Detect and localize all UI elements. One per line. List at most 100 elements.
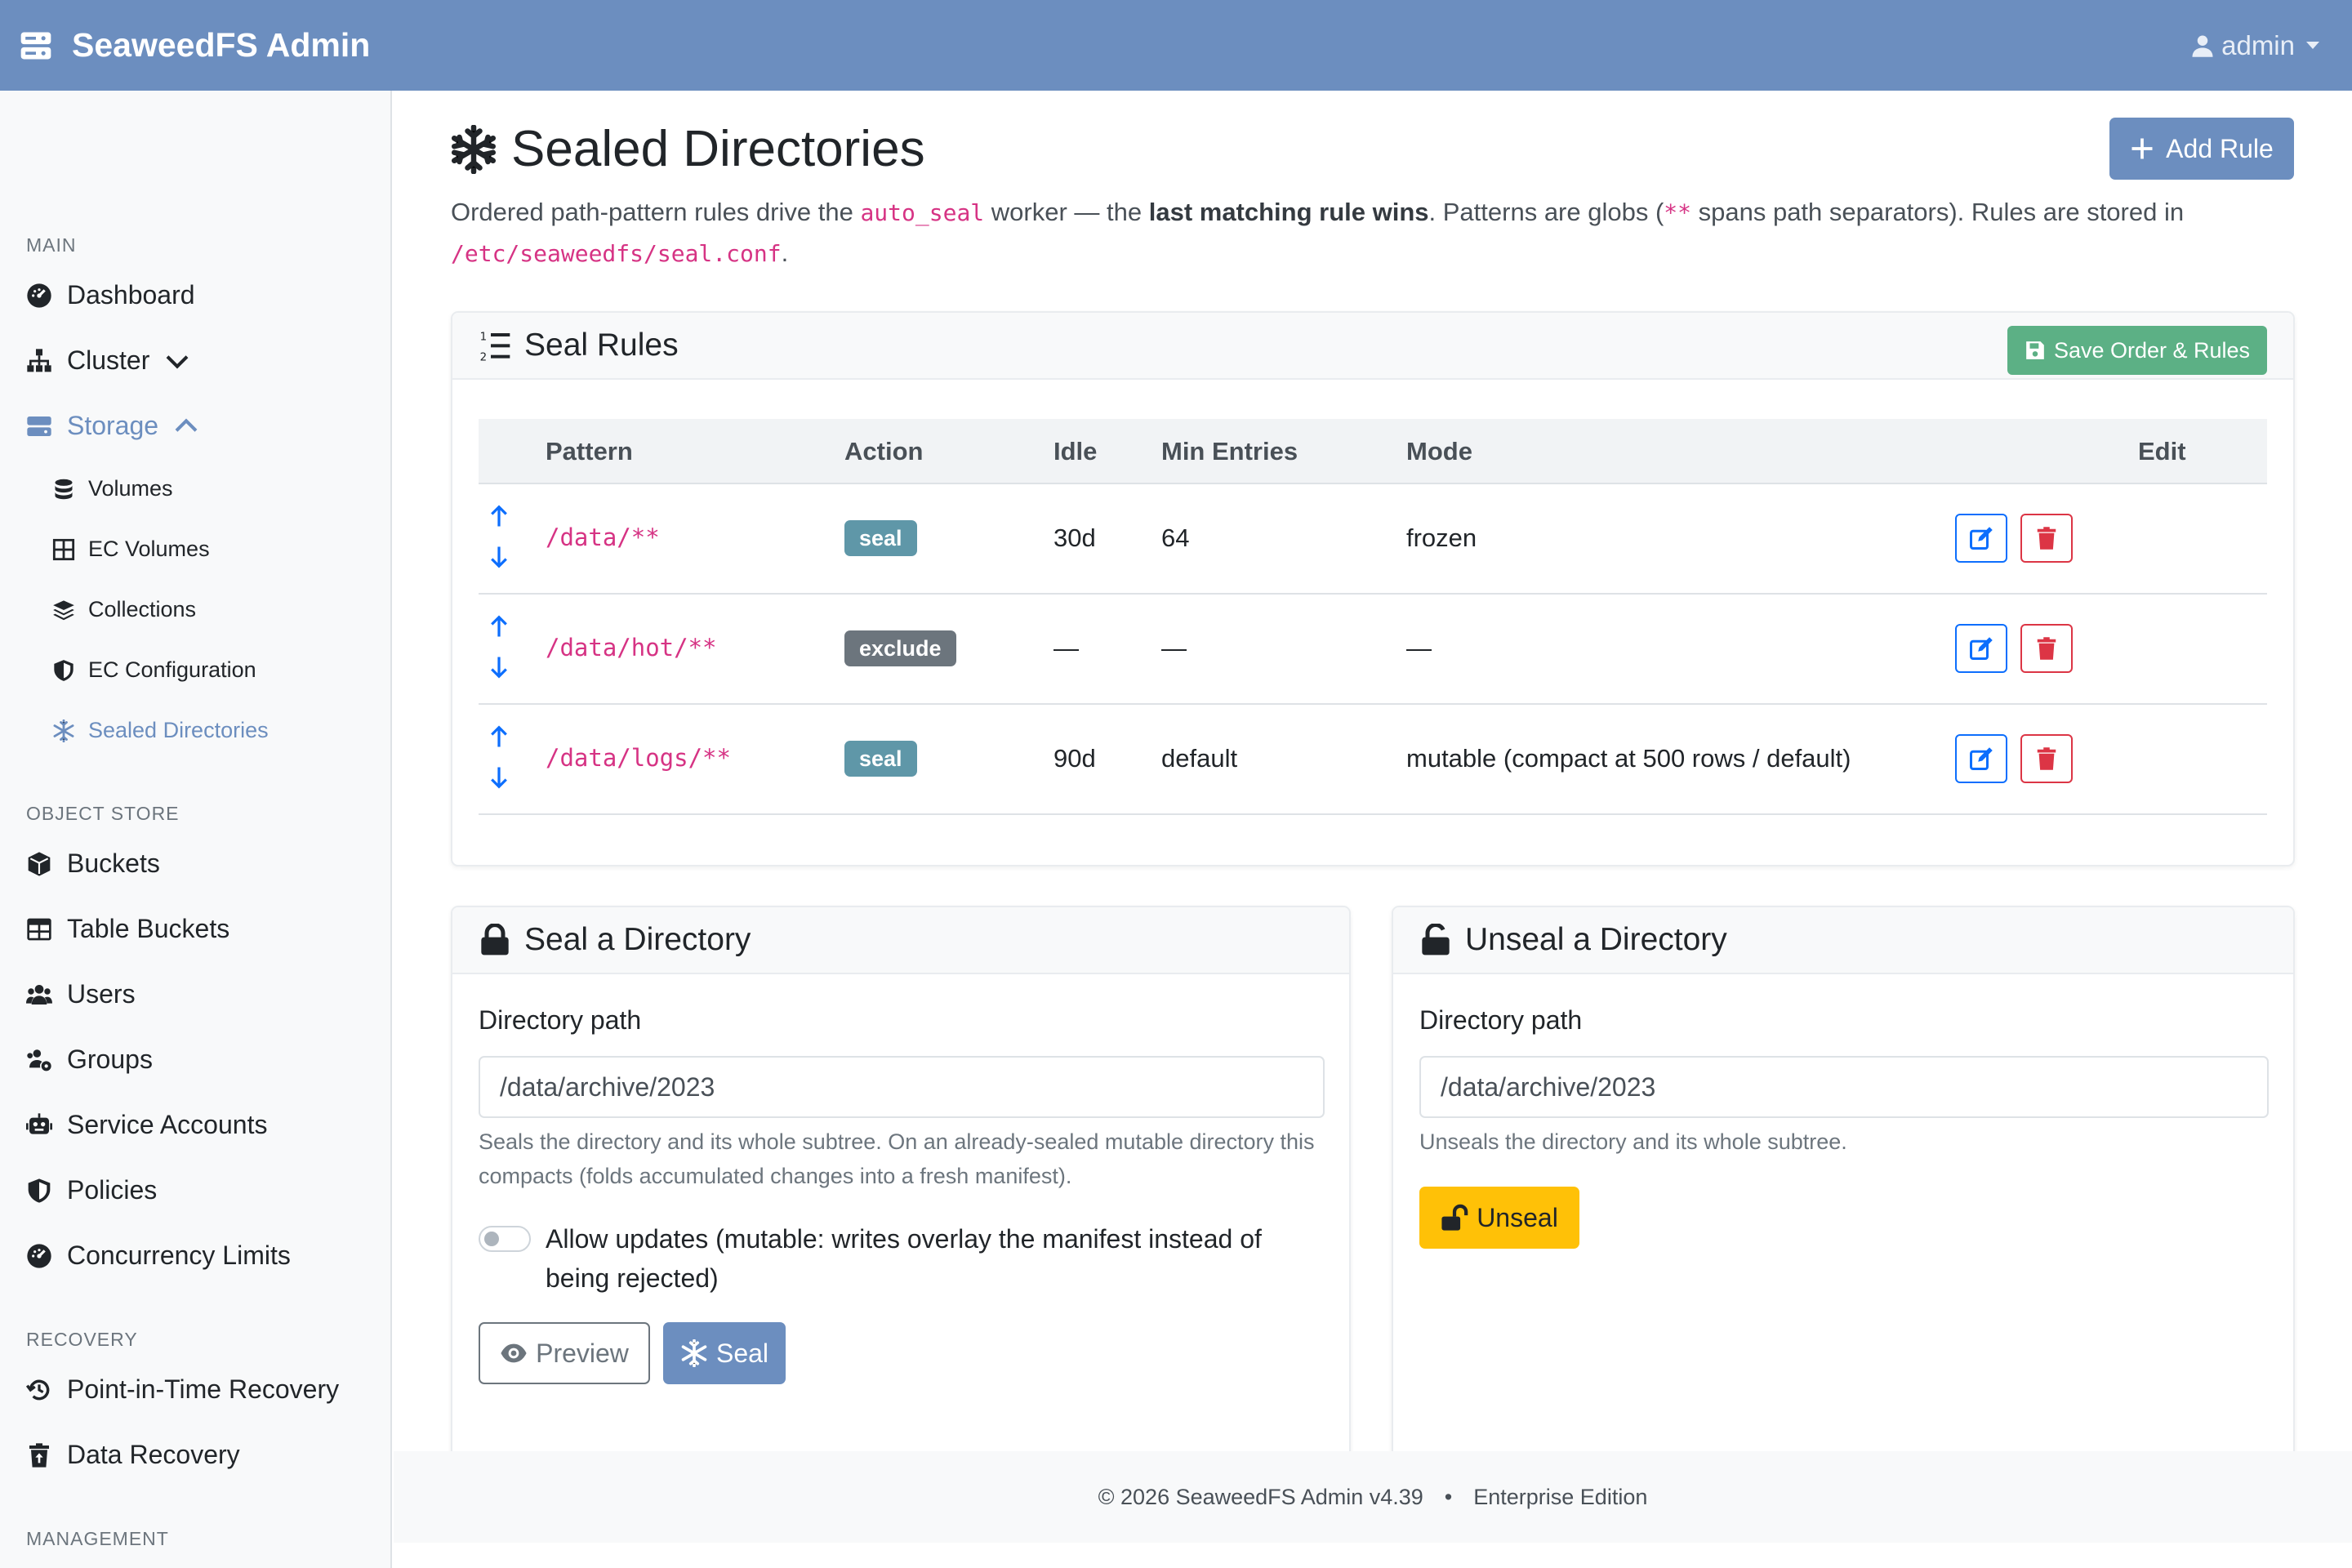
user-menu[interactable]: admin [2190,30,2319,61]
footer-edition: Enterprise Edition [1473,1484,1648,1509]
sidebar-item-label: Buckets [67,849,160,878]
chevron-up-icon [175,418,198,432]
unlock-icon [1441,1204,1468,1231]
seal-directory-title: Seal a Directory [524,922,751,957]
svg-text:1: 1 [480,331,487,343]
trash-icon [2037,527,2056,550]
reorder-handles [487,724,511,790]
sidebar-item-concurrency-limits[interactable]: Concurrency Limits [26,1241,291,1271]
delete-rule-button[interactable] [2020,514,2073,563]
table-row[interactable]: /data/logs/** seal 90d default mutable (… [479,705,2267,815]
intro-text: . [781,238,789,267]
edit-rule-button[interactable] [1955,734,2007,783]
brand[interactable]: SeaweedFS Admin [18,26,370,65]
sidebar-item-label: EC Volumes [88,537,210,561]
rule-pattern: /data/logs/** [546,744,731,772]
unseal-directory-title: Unseal a Directory [1465,922,1727,957]
footer-separator: • [1444,1484,1453,1509]
sidebar-item-cluster[interactable]: Cluster [26,345,190,376]
rule-pattern: /data/hot/** [546,634,717,662]
arrow-down-icon[interactable] [487,655,511,679]
save-order-rules-button[interactable]: Save Order & Rules [2007,326,2267,375]
intro-code: /etc/seaweedfs/seal.conf [451,240,782,267]
sidebar-heading-main: MAIN [26,234,77,256]
col-pattern: Pattern [546,437,633,466]
edit-rule-button[interactable] [1955,624,2007,673]
rule-mode: mutable (compact at 500 rows / default) [1406,744,1851,773]
rules-table: Pattern Action Idle Min Entries Mode Edi… [479,419,2267,815]
seal-rules-card: 12 Seal Rules Save Order & Rules Pattern… [451,311,2295,866]
arrow-down-icon[interactable] [487,545,511,569]
sidebar-item-storage[interactable]: Storage [26,411,199,441]
trash-icon [2037,747,2056,770]
allow-updates-row: Allow updates (mutable: writes overlay t… [479,1219,1303,1298]
main-content: Sealed Directories Add Rule Ordered path… [394,91,2352,1568]
rule-idle: 30d [1054,523,1096,552]
add-rule-button[interactable]: Add Rule [2109,118,2294,180]
sidebar-item-sealed-directories[interactable]: Sealed Directories [52,718,269,743]
sitemap-icon [27,348,51,372]
page-intro: Ordered path-pattern rules drive the aut… [451,192,2296,274]
sidebar-item-label: Point-in-Time Recovery [67,1374,340,1404]
delete-rule-button[interactable] [2020,734,2073,783]
delete-rule-button[interactable] [2020,624,2073,673]
sidebar-item-label: Groups [67,1045,153,1074]
sidebar-item-buckets[interactable]: Buckets [26,849,160,879]
intro-code: auto_seal [860,199,985,226]
arrow-up-icon[interactable] [487,724,511,749]
arrow-up-icon[interactable] [487,504,511,528]
sidebar-item-data-recovery[interactable]: Data Recovery [26,1440,240,1470]
table-row[interactable]: /data/hot/** exclude — — — [479,595,2267,705]
sidebar-item-groups[interactable]: Groups [26,1045,153,1075]
sidebar-item-dashboard[interactable]: Dashboard [26,280,195,310]
users-gear-icon [27,1049,51,1071]
sidebar-item-users[interactable]: Users [26,979,136,1009]
users-icon [26,984,52,1004]
action-badge: seal [844,741,917,777]
add-rule-label: Add Rule [2166,133,2274,163]
table-icon [27,918,51,940]
arrow-up-icon[interactable] [487,614,511,639]
col-mode: Mode [1406,437,1472,466]
seal-directory-header: Seal a Directory [452,907,1349,974]
arrow-down-icon[interactable] [487,765,511,790]
rule-pattern: /data/** [546,523,660,551]
unseal-button[interactable]: Unseal [1419,1187,1579,1249]
user-name: admin [2221,29,2295,60]
preview-button[interactable]: Preview [479,1322,650,1384]
col-min-entries: Min Entries [1161,437,1298,466]
sidebar: MAIN Dashboard Cluster Storage Volumes E… [0,91,392,1568]
edit-rule-button[interactable] [1955,514,2007,563]
seal-button[interactable]: Seal [663,1322,786,1384]
sidebar-heading-management: MANAGEMENT [26,1528,169,1549]
sidebar-item-ec-configuration[interactable]: EC Configuration [52,657,256,683]
unseal-path-input[interactable] [1419,1056,2269,1118]
sidebar-item-ec-volumes[interactable]: EC Volumes [52,537,210,562]
sidebar-item-table-buckets[interactable]: Table Buckets [26,914,229,944]
preview-label: Preview [536,1338,629,1368]
plus-icon [2132,138,2153,159]
sidebar-item-collections[interactable]: Collections [52,597,196,622]
directory-path-label: Directory path [479,1005,642,1035]
sidebar-item-service-accounts[interactable]: Service Accounts [26,1110,267,1140]
sidebar-item-policies[interactable]: Policies [26,1175,157,1205]
unseal-label: Unseal [1477,1202,1558,1232]
eye-icon [501,1343,527,1363]
sidebar-item-label: Collections [88,597,197,621]
table-row[interactable]: /data/** seal 30d 64 frozen [479,484,2267,595]
shield-icon [28,1178,51,1203]
intro-bold: last matching rule wins [1148,198,1429,226]
rule-min-entries: default [1161,744,1238,773]
lock-icon [481,924,509,956]
edit-icon [1970,527,1993,550]
sidebar-item-label: Data Recovery [67,1440,240,1469]
robot-icon [26,1112,52,1134]
sidebar-item-pitr[interactable]: Point-in-Time Recovery [26,1374,339,1405]
seal-label: Seal [715,1338,769,1368]
ordered-list-icon: 12 [480,331,510,362]
edit-icon [1970,747,1993,770]
allow-updates-toggle[interactable] [479,1226,531,1252]
seal-path-input[interactable] [479,1056,1325,1118]
intro-text: worker — the [984,198,1149,226]
sidebar-item-volumes[interactable]: Volumes [52,476,173,501]
